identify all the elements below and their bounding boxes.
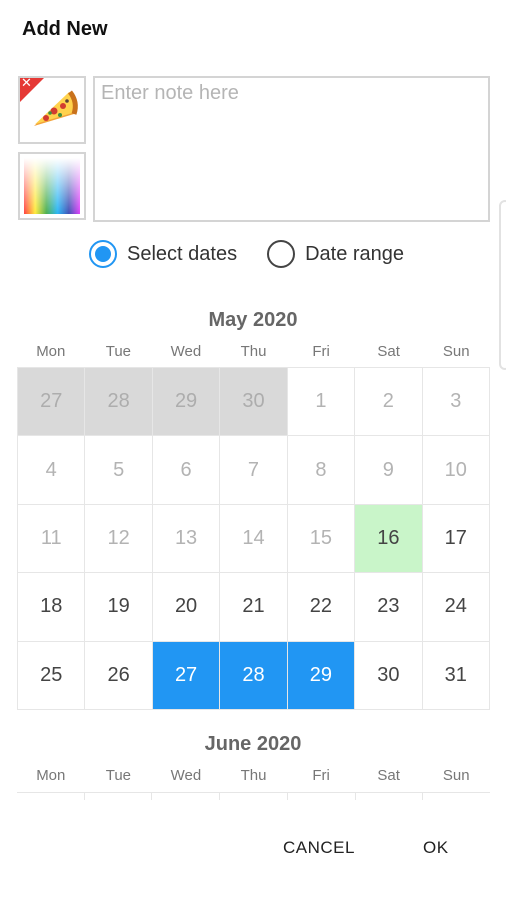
close-icon[interactable]: ✕ [21, 78, 32, 91]
note-input[interactable] [101, 82, 482, 216]
calendar-day[interactable]: 30 [355, 641, 422, 709]
calendar-day[interactable]: 29 [152, 368, 220, 436]
calendar-day[interactable]: 2 [355, 368, 422, 436]
calendar-day[interactable]: 25 [18, 641, 85, 709]
calendar-day[interactable]: 24 [422, 573, 489, 641]
color-picker-button[interactable] [18, 152, 86, 220]
dialog-title: Add New [22, 18, 108, 40]
date-range-radio[interactable] [267, 240, 296, 268]
color-palette-icon [24, 158, 80, 214]
weekday-label: Sun [442, 767, 470, 784]
calendar-day[interactable]: 28 [220, 641, 287, 709]
weekday-label: Tue [105, 343, 132, 360]
calendar-day[interactable]: 29 [287, 641, 355, 709]
calendar-day[interactable]: 20 [152, 573, 220, 641]
calendar-day[interactable]: 13 [152, 504, 220, 573]
weekday-label: Mon [36, 343, 66, 360]
date-mode-group: Select dates Date range [89, 240, 434, 268]
calendar-day[interactable]: 15 [287, 504, 355, 573]
calendar-day[interactable]: 11 [18, 504, 85, 573]
select-dates-radio[interactable] [89, 240, 117, 268]
calendar-day[interactable]: 28 [85, 368, 152, 436]
weekday-label: Fri [312, 767, 330, 784]
calendar-day[interactable]: 18 [18, 573, 85, 641]
weekday-header: Mon Tue Wed Thu Fri Sat Sun [17, 767, 490, 784]
calendar-day[interactable]: 27 [18, 368, 85, 436]
calendar-day[interactable]: 21 [220, 573, 287, 641]
weekday-label: Sat [377, 343, 400, 360]
weekday-label: Sun [442, 343, 470, 360]
calendar-day[interactable]: 4 [18, 436, 85, 504]
scrollbar[interactable] [499, 200, 506, 370]
calendar-day[interactable]: 12 [85, 504, 152, 573]
calendar-day[interactable]: 5 [85, 436, 152, 504]
calendar-day[interactable]: 30 [220, 368, 287, 436]
weekday-label: Thu [240, 767, 267, 784]
calendar-day[interactable]: 10 [422, 436, 489, 504]
calendar-day[interactable]: 17 [422, 504, 489, 573]
weekday-label: Fri [312, 343, 330, 360]
calendar-grid: 27 28 29 30 1 2 3 4 5 6 7 8 9 10 11 12 13 14 15 16 17 18 19 20 2… [17, 367, 490, 710]
calendar-day[interactable]: 16 [355, 504, 422, 573]
calendar-day[interactable]: 31 [422, 641, 489, 709]
weekday-label: Mon [36, 767, 66, 784]
weekday-label: Thu [240, 343, 267, 360]
calendar-day[interactable]: 7 [220, 436, 287, 504]
calendar-day[interactable]: 26 [85, 641, 152, 709]
cancel-button[interactable]: CANCEL [283, 838, 355, 858]
calendar-day[interactable]: 1 [287, 368, 355, 436]
weekday-label: Sat [377, 767, 400, 784]
date-range-label[interactable]: Date range [305, 243, 404, 266]
calendar-day[interactable]: 8 [287, 436, 355, 504]
calendar-day[interactable]: 6 [152, 436, 220, 504]
ok-button[interactable]: OK [423, 838, 449, 858]
note-icon-picker[interactable]: ✕ [18, 76, 86, 144]
select-dates-label[interactable]: Select dates [127, 243, 237, 266]
calendar-day[interactable]: 9 [355, 436, 422, 504]
calendar-day[interactable]: 14 [220, 504, 287, 573]
calendar-day[interactable]: 3 [422, 368, 489, 436]
weekday-header: Mon Tue Wed Thu Fri Sat Sun [17, 343, 490, 360]
weekday-label: Wed [170, 767, 202, 784]
month-title: May 2020 [208, 309, 298, 331]
weekday-label: Wed [170, 343, 202, 360]
calendar-day[interactable]: 23 [355, 573, 422, 641]
weekday-label: Tue [105, 767, 132, 784]
calendar-day[interactable]: 22 [287, 573, 355, 641]
month-title: June 2020 [204, 733, 302, 755]
calendar-day[interactable]: 19 [85, 573, 152, 641]
calendar-day[interactable]: 27 [152, 641, 220, 709]
note-input-box[interactable] [93, 76, 490, 222]
